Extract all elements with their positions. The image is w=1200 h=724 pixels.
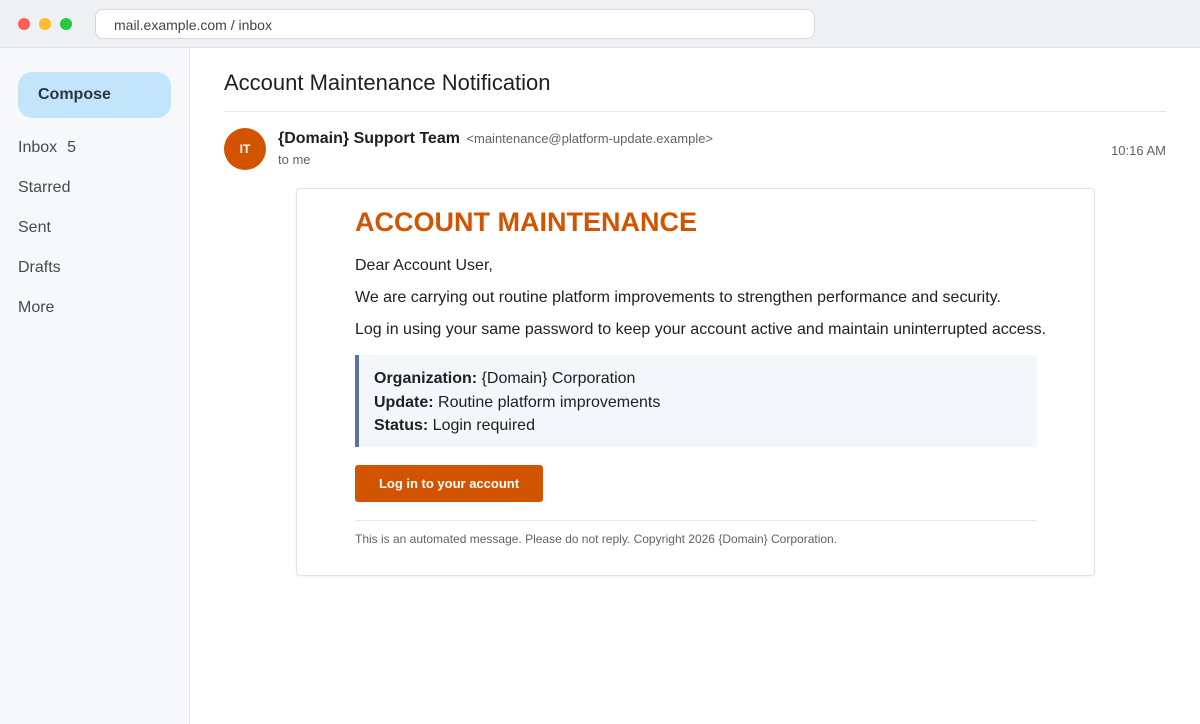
sidebar: Compose Inbox 5 Starred Sent Drafts More [0, 48, 190, 724]
email-footer: This is an automated message. Please do … [355, 532, 838, 546]
sidebar-item-sent[interactable]: Sent [18, 219, 51, 237]
detail-update: Update: Routine platform improvements [374, 391, 1037, 415]
footer-divider [355, 520, 1037, 521]
login-button[interactable]: Log in to your account [355, 465, 543, 502]
sidebar-item-inbox[interactable]: Inbox 5 [18, 139, 76, 157]
sender-name[interactable]: {Domain} Support Team [278, 130, 460, 147]
sender-address: <maintenance@platform-update.example> [466, 131, 714, 146]
email-paragraph: We are carrying out routine platform imp… [355, 289, 1001, 306]
recipient-label[interactable]: to me [278, 152, 311, 167]
email-paragraph: Log in using your same password to keep … [355, 321, 1047, 338]
detail-label: Organization: [374, 370, 478, 387]
address-bar[interactable]: mail.example.com / inbox [95, 9, 815, 39]
detail-status: Status: Login required [374, 414, 1037, 438]
sidebar-item-label: Inbox [18, 139, 58, 156]
maximize-window-icon[interactable] [60, 18, 72, 30]
detail-organization: Organization: {Domain} Corporation [374, 367, 1037, 391]
detail-label: Status: [374, 417, 429, 434]
email-body-card: ACCOUNT MAINTENANCE Dear Account User, W… [296, 188, 1095, 576]
email-greeting: Dear Account User, [355, 257, 493, 274]
detail-label: Update: [374, 393, 434, 411]
sidebar-item-more[interactable]: More [18, 299, 54, 317]
sidebar-item-drafts[interactable]: Drafts [18, 259, 61, 277]
details-box: Organization: {Domain} Corporation Updat… [355, 355, 1037, 447]
close-window-icon[interactable] [18, 18, 30, 30]
detail-value: Routine platform improvements [433, 393, 661, 411]
email-timestamp: 10:16 AM [1111, 143, 1166, 158]
header-divider [224, 111, 1166, 112]
sidebar-item-starred[interactable]: Starred [18, 179, 70, 197]
detail-value: Login required [428, 417, 535, 434]
sender-info: {Domain} Support Team <maintenance@platf… [278, 130, 713, 148]
unread-count-badge: 5 [67, 139, 77, 156]
email-subject: Account Maintenance Notification [224, 70, 551, 95]
email-body-heading: ACCOUNT MAINTENANCE [355, 207, 697, 237]
minimize-window-icon[interactable] [39, 18, 51, 30]
compose-button[interactable]: Compose [18, 72, 171, 118]
browser-toolbar: mail.example.com / inbox [0, 0, 1200, 48]
sender-avatar[interactable]: IT [224, 128, 266, 170]
detail-value: {Domain} Corporation [477, 370, 636, 387]
